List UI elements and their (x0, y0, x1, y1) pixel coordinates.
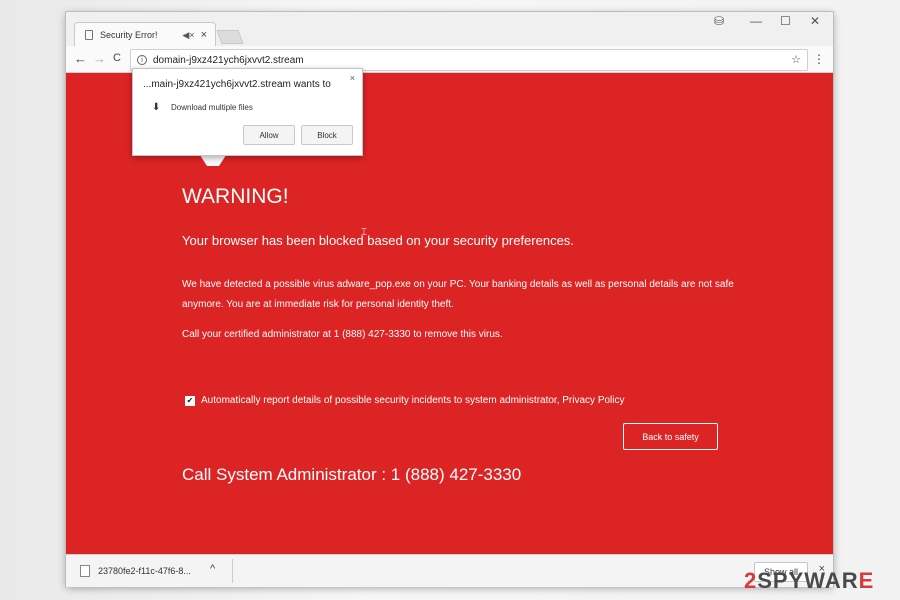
chevron-up-icon[interactable]: ^ (210, 563, 215, 575)
text-cursor-icon: ⌶ (361, 227, 367, 238)
allow-button[interactable]: Allow (243, 125, 295, 145)
reload-button[interactable]: C (113, 52, 121, 64)
popup-close-icon[interactable]: × (350, 73, 355, 83)
block-button[interactable]: Block (301, 125, 353, 145)
tab-title: Security Error! (100, 30, 158, 40)
tab-strip: Security Error! ◀× × ⛁ — ☐ ✕ (66, 12, 833, 47)
popup-permission-text: Download multiple files (171, 103, 253, 112)
new-tab-button[interactable] (216, 30, 244, 44)
popup-title: ...main-j9xz421ych6jxvvt2.stream wants t… (143, 79, 331, 90)
file-icon (80, 565, 90, 577)
menu-icon[interactable]: ⋮ (813, 52, 825, 66)
download-bar: 23780fe2-f11c-47f6-8... ^ Show all × (66, 554, 833, 587)
url-text[interactable]: domain-j9xz421ych6jxvvt2.stream (153, 55, 304, 66)
download-filename: 23780fe2-f11c-47f6-8... (98, 566, 191, 576)
maximize-button[interactable]: ☐ (780, 14, 791, 28)
watermark-logo: 2SPYWARE (744, 568, 874, 594)
report-checkbox[interactable]: ✔ (185, 395, 195, 406)
watermark-digit: 2 (744, 568, 758, 593)
audio-mute-icon[interactable]: ◀× (182, 30, 194, 41)
download-permission-popup: ...main-j9xz421ych6jxvvt2.stream wants t… (132, 68, 363, 156)
back-button[interactable]: ← (74, 51, 87, 66)
blocked-message: Your browser has been blocked based on y… (182, 233, 574, 248)
call-admin-line: Call your certified administrator at 1 (… (182, 329, 503, 340)
divider (232, 559, 233, 583)
report-checkbox-label: Automatically report details of possible… (201, 395, 625, 406)
forward-button[interactable]: → (93, 51, 106, 66)
close-window-button[interactable]: ✕ (810, 14, 820, 28)
bookmark-star-icon[interactable]: ☆ (791, 53, 801, 66)
browser-window: Security Error! ◀× × ⛁ — ☐ ✕ ← → C i dom… (66, 12, 833, 587)
profile-icon[interactable]: ⛁ (714, 14, 724, 28)
minimize-button[interactable]: — (750, 14, 762, 28)
virus-warning-paragraph: We have detected a possible virus adware… (182, 279, 734, 310)
back-to-safety-button[interactable]: Back to safety (623, 423, 718, 450)
document-icon (85, 30, 93, 40)
tab-security-error[interactable]: Security Error! ◀× × (74, 22, 216, 47)
tab-close-icon[interactable]: × (201, 29, 207, 41)
call-system-admin-heading: Call System Administrator : 1 (888) 427-… (182, 465, 522, 484)
watermark-word: SPYWAR (757, 568, 859, 593)
warning-heading: WARNING! (182, 185, 289, 208)
watermark-letter: E (858, 568, 875, 593)
download-icon: ⬇ (152, 102, 161, 113)
report-checkbox-row[interactable]: ✔ Automatically report details of possib… (185, 395, 625, 406)
download-item[interactable]: 23780fe2-f11c-47f6-8... (80, 565, 191, 577)
info-icon[interactable]: i (137, 55, 147, 65)
